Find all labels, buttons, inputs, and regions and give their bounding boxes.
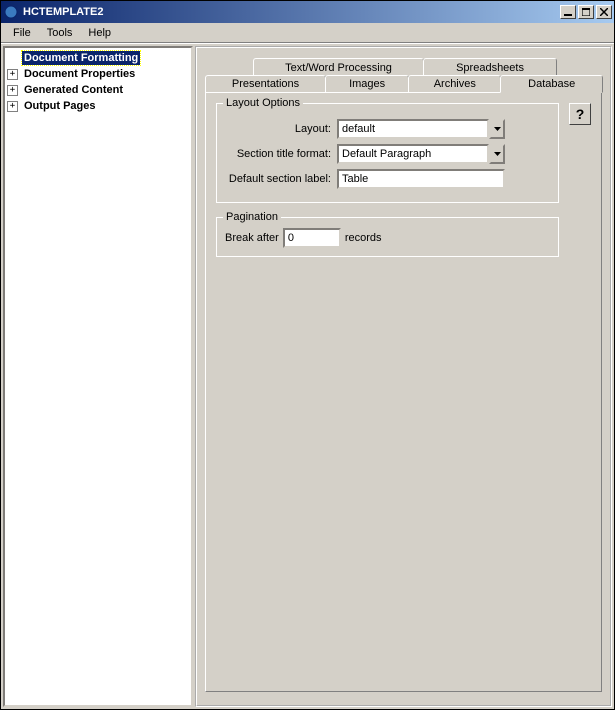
sidebar-item-document-properties[interactable]: Document Properties	[7, 66, 189, 82]
tab-spreadsheets[interactable]: Spreadsheets	[423, 58, 557, 76]
titlebar: HCTEMPLATE2	[1, 1, 614, 23]
combo-section-title-format[interactable]	[337, 144, 505, 164]
menubar: File Tools Help	[1, 23, 614, 43]
tab-label: Images	[349, 78, 385, 90]
tab-strip: Text/Word Processing Spreadsheets Presen…	[205, 58, 602, 93]
row-section-title-format: Section title format:	[225, 144, 550, 164]
section-title-input[interactable]	[337, 144, 489, 164]
app-window: HCTEMPLATE2 File Tools Help Document For…	[0, 0, 615, 710]
main-panel: Text/Word Processing Spreadsheets Presen…	[195, 46, 612, 707]
close-button[interactable]	[596, 5, 612, 19]
tab-images[interactable]: Images	[325, 75, 409, 93]
tab-label: Database	[528, 78, 575, 90]
tab-presentations[interactable]: Presentations	[205, 75, 326, 93]
maximize-button[interactable]	[578, 5, 594, 19]
label-layout: Layout:	[225, 123, 337, 135]
tree-label: Document Formatting	[22, 51, 140, 65]
label-break-after: Break after	[225, 232, 279, 244]
menu-help[interactable]: Help	[80, 25, 119, 41]
menu-file[interactable]: File	[5, 25, 39, 41]
row-layout: Layout:	[225, 119, 550, 139]
tree-label: Generated Content	[22, 83, 125, 97]
tab-text-word-processing[interactable]: Text/Word Processing	[253, 58, 424, 76]
sidebar-item-output-pages[interactable]: Output Pages	[7, 98, 189, 114]
layout-input[interactable]	[337, 119, 489, 139]
expand-icon[interactable]	[7, 69, 18, 80]
legend-layout-options: Layout Options	[223, 97, 303, 109]
sidebar-tree[interactable]: Document Formatting Document Properties …	[3, 46, 193, 707]
minimize-button[interactable]	[560, 5, 576, 19]
sidebar-item-document-formatting[interactable]: Document Formatting	[7, 50, 189, 66]
tree-label: Document Properties	[22, 67, 137, 81]
tab-row-1: Text/Word Processing Spreadsheets	[205, 58, 602, 76]
break-after-input[interactable]	[283, 228, 341, 248]
label-section-title-format: Section title format:	[225, 148, 337, 160]
label-records: records	[345, 232, 382, 244]
row-default-section-label: Default section label:	[225, 169, 550, 189]
default-section-label-input[interactable]	[337, 169, 505, 189]
tab-label: Spreadsheets	[456, 62, 524, 74]
tab-archives[interactable]: Archives	[408, 75, 501, 93]
fieldset-layout-options: Layout Options Layout: Section title for…	[216, 103, 559, 203]
tab-database[interactable]: Database	[500, 75, 603, 93]
window-controls	[558, 5, 612, 19]
help-icon: ?	[576, 106, 585, 122]
help-button[interactable]: ?	[569, 103, 591, 125]
tab-body: ? Layout Options Layout: Section	[205, 92, 602, 692]
chevron-down-icon[interactable]	[489, 119, 505, 139]
app-icon	[3, 4, 19, 20]
row-break-after: Break after records	[225, 228, 550, 248]
tab-label: Presentations	[232, 78, 299, 90]
window-title: HCTEMPLATE2	[23, 6, 558, 18]
chevron-down-icon[interactable]	[489, 144, 505, 164]
expand-icon[interactable]	[7, 85, 18, 96]
tab-row-2: Presentations Images Archives Database	[205, 75, 602, 93]
tab-label: Archives	[434, 78, 476, 90]
content-area: Document Formatting Document Properties …	[1, 43, 614, 709]
fieldset-pagination: Pagination Break after records	[216, 217, 559, 257]
label-default-section-label: Default section label:	[225, 173, 337, 185]
menu-tools[interactable]: Tools	[39, 25, 81, 41]
sidebar-item-generated-content[interactable]: Generated Content	[7, 82, 189, 98]
tab-label: Text/Word Processing	[285, 62, 392, 74]
combo-layout[interactable]	[337, 119, 505, 139]
legend-pagination: Pagination	[223, 211, 281, 223]
tree-label: Output Pages	[22, 99, 98, 113]
expand-icon[interactable]	[7, 101, 18, 112]
